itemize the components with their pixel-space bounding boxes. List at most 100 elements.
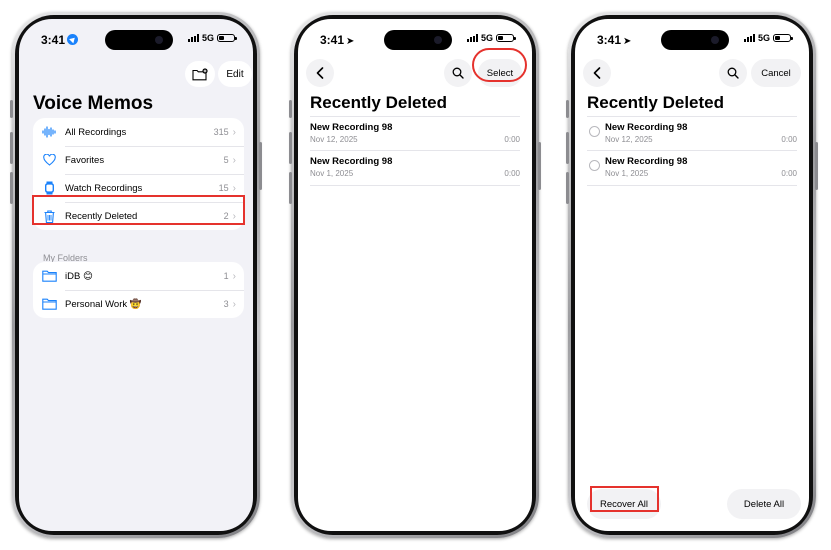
- battery-icon: [773, 34, 793, 42]
- network-label: 5G: [480, 33, 493, 43]
- signal-icon: [743, 34, 755, 42]
- recording-date: Nov 12, 2025: [605, 135, 653, 144]
- side-button: [815, 142, 818, 190]
- folders-list: iDB 😊 1 › Personal Work 🤠 3 ›: [33, 262, 244, 318]
- recording-date: Nov 12, 2025: [310, 135, 358, 144]
- highlight-select-button: [472, 48, 527, 82]
- volume-down-button: [10, 172, 13, 204]
- page-title: Recently Deleted: [310, 93, 447, 112]
- recording-name: New Recording 98: [310, 156, 393, 167]
- recording-date: Nov 1, 2025: [310, 169, 354, 178]
- battery-icon: [496, 34, 516, 42]
- dynamic-island: [105, 30, 173, 50]
- new-folder-button[interactable]: [185, 61, 215, 87]
- item-label: Watch Recordings: [65, 182, 143, 194]
- item-label: All Recordings: [65, 126, 127, 138]
- location-icon: [67, 34, 79, 45]
- recently-deleted-select-screen: 3:41 ➤ 5G Cancel Recently Deleted New Rec…: [575, 19, 809, 531]
- highlight-recently-deleted: [32, 195, 245, 225]
- chevron-right-icon: ›: [232, 182, 236, 194]
- dynamic-island: [661, 30, 729, 50]
- back-button[interactable]: [306, 59, 334, 87]
- recording-duration: 0:00: [781, 135, 797, 144]
- phone-recently-deleted-select-mode: 3:41 ➤ 5G Cancel Recently Deleted New Rec…: [566, 12, 818, 538]
- chevron-right-icon: ›: [232, 126, 236, 138]
- chevron-left-icon: [593, 67, 601, 79]
- volume-up-button: [10, 132, 13, 164]
- recording-duration: 0:00: [504, 169, 520, 178]
- folder-label: iDB 😊: [65, 270, 93, 282]
- recording-duration: 0:00: [504, 135, 520, 144]
- side-button: [259, 142, 262, 190]
- network-label: 5G: [201, 33, 214, 43]
- recording-row[interactable]: New Recording 98 Nov 12, 2025 0:00: [587, 116, 797, 151]
- library-item-favorites[interactable]: Favorites 5 ›: [33, 146, 244, 174]
- item-label: Favorites: [65, 154, 105, 166]
- status-time: 3:41 ➤: [597, 33, 632, 47]
- recording-row[interactable]: New Recording 98 Nov 1, 2025 0:00: [310, 150, 520, 186]
- action-button: [289, 100, 292, 118]
- chevron-right-icon: ›: [232, 154, 236, 166]
- highlight-recover-all: [590, 486, 659, 512]
- folder-label: Personal Work 🤠: [65, 298, 142, 310]
- location-arrow-icon: ➤: [346, 36, 355, 47]
- voice-memos-screen: 3:41 5G Edit Voice Memos All Recordings …: [19, 19, 253, 531]
- folder-icon: [33, 298, 65, 310]
- item-count: 5: [223, 155, 229, 165]
- battery-icon: [217, 34, 237, 42]
- folder-icon: [33, 270, 65, 282]
- recording-date: Nov 1, 2025: [605, 169, 649, 178]
- recording-name: New Recording 98: [605, 156, 688, 167]
- page-title: Recently Deleted: [587, 93, 724, 112]
- folder-item-personal-work[interactable]: Personal Work 🤠 3 ›: [33, 290, 244, 318]
- selection-circle[interactable]: [589, 160, 600, 171]
- action-button: [566, 100, 569, 118]
- volume-down-button: [289, 172, 292, 204]
- signal-icon: [466, 34, 478, 42]
- search-button[interactable]: [444, 59, 472, 87]
- status-time: 3:41 ➤: [320, 33, 355, 47]
- search-icon: [452, 67, 464, 79]
- phone-voice-memos: 3:41 5G Edit Voice Memos All Recordings …: [10, 12, 262, 538]
- heart-icon: [33, 154, 65, 166]
- chevron-left-icon: [316, 67, 324, 79]
- selection-circle[interactable]: [589, 126, 600, 137]
- chevron-right-icon: ›: [232, 298, 236, 310]
- delete-all-button[interactable]: Delete All: [727, 489, 801, 519]
- folder-plus-icon: [192, 67, 208, 80]
- waveform-icon: [33, 126, 65, 138]
- page-title: Voice Memos: [33, 93, 154, 114]
- side-button: [538, 142, 541, 190]
- location-arrow-icon: ➤: [623, 36, 632, 47]
- cancel-button[interactable]: Cancel: [751, 59, 801, 87]
- volume-down-button: [566, 172, 569, 204]
- status-indicators: 5G: [187, 33, 237, 43]
- search-icon: [727, 67, 739, 79]
- folder-count: 1: [223, 271, 229, 281]
- library-item-all-recordings[interactable]: All Recordings 315 ›: [33, 118, 244, 146]
- recording-name: New Recording 98: [310, 122, 393, 133]
- recently-deleted-screen: 3:41 ➤ 5G Select Recently Deleted New Rec…: [298, 19, 532, 531]
- watch-icon: [33, 181, 65, 195]
- item-count: 315: [213, 127, 229, 137]
- search-button[interactable]: [719, 59, 747, 87]
- status-time: 3:41: [41, 33, 79, 47]
- item-count: 15: [218, 183, 229, 193]
- folder-count: 3: [223, 299, 229, 309]
- volume-up-button: [289, 132, 292, 164]
- status-indicators: 5G: [743, 33, 793, 43]
- folder-item-idb[interactable]: iDB 😊 1 ›: [33, 262, 244, 290]
- back-button[interactable]: [583, 59, 611, 87]
- signal-icon: [187, 34, 199, 42]
- volume-up-button: [566, 132, 569, 164]
- dynamic-island: [384, 30, 452, 50]
- phone-recently-deleted: 3:41 ➤ 5G Select Recently Deleted New Rec…: [289, 12, 541, 538]
- recording-duration: 0:00: [781, 169, 797, 178]
- network-label: 5G: [757, 33, 770, 43]
- recording-row[interactable]: New Recording 98 Nov 1, 2025 0:00: [587, 150, 797, 186]
- action-button: [10, 100, 13, 118]
- recording-row[interactable]: New Recording 98 Nov 12, 2025 0:00: [310, 116, 520, 151]
- edit-button[interactable]: Edit: [218, 61, 252, 87]
- status-indicators: 5G: [466, 33, 516, 43]
- chevron-right-icon: ›: [232, 270, 236, 282]
